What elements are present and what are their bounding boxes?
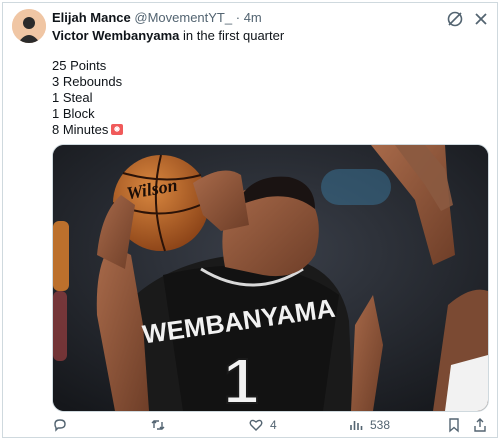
author-handle[interactable]: @MovementYT_	[134, 10, 232, 25]
close-icon[interactable]	[472, 10, 490, 28]
repost-icon	[151, 420, 165, 430]
stat-line-minutes: 8 Minutes	[52, 122, 124, 138]
avatar-image	[12, 9, 46, 43]
like-icon	[249, 419, 263, 431]
stat-line: 8 Minutes	[52, 122, 109, 137]
siren-emoji-icon	[111, 124, 124, 135]
like-count: 4	[270, 418, 277, 432]
views-button[interactable]: 538	[348, 416, 390, 434]
avatar[interactable]	[12, 9, 46, 43]
tweet-media-image[interactable]: WEMBANYAMA 1 Wilson	[52, 144, 489, 412]
views-icon	[350, 421, 363, 430]
stat-line: 1 Steal	[52, 90, 93, 105]
post-time[interactable]: 4m	[244, 10, 262, 25]
headline-rest: in the first quarter	[179, 28, 285, 43]
like-button[interactable]: 4	[248, 416, 277, 434]
stat-line: 1 Block	[52, 106, 95, 121]
author-name[interactable]: Elijah Mance	[52, 10, 131, 25]
headline-player: Victor Wembanyama	[52, 28, 180, 43]
share-icon	[474, 418, 486, 432]
stat-line: 3 Rebounds	[52, 74, 123, 89]
share-button[interactable]	[472, 416, 488, 434]
header-separator: ·	[235, 10, 241, 25]
reply-button[interactable]	[52, 416, 74, 434]
tweet-header: Elijah Mance @MovementYT_ · 4m	[52, 9, 262, 27]
action-bar: 4 538	[0, 414, 500, 438]
repost-button[interactable]	[150, 416, 172, 434]
player-photo: WEMBANYAMA 1 Wilson	[53, 145, 488, 411]
bookmark-button[interactable]	[446, 416, 462, 434]
reply-icon	[54, 419, 66, 432]
jersey-number-text: 1	[223, 345, 259, 411]
stat-line: 25 Points	[52, 58, 107, 73]
grok-icon[interactable]	[446, 10, 464, 28]
bookmark-icon	[449, 418, 459, 433]
tweet-headline: Victor Wembanyama in the first quarter	[52, 27, 284, 45]
stats-list: 25 Points 3 Rebounds 1 Steal 1 Block 8 M…	[52, 58, 124, 138]
views-count: 538	[370, 418, 391, 432]
